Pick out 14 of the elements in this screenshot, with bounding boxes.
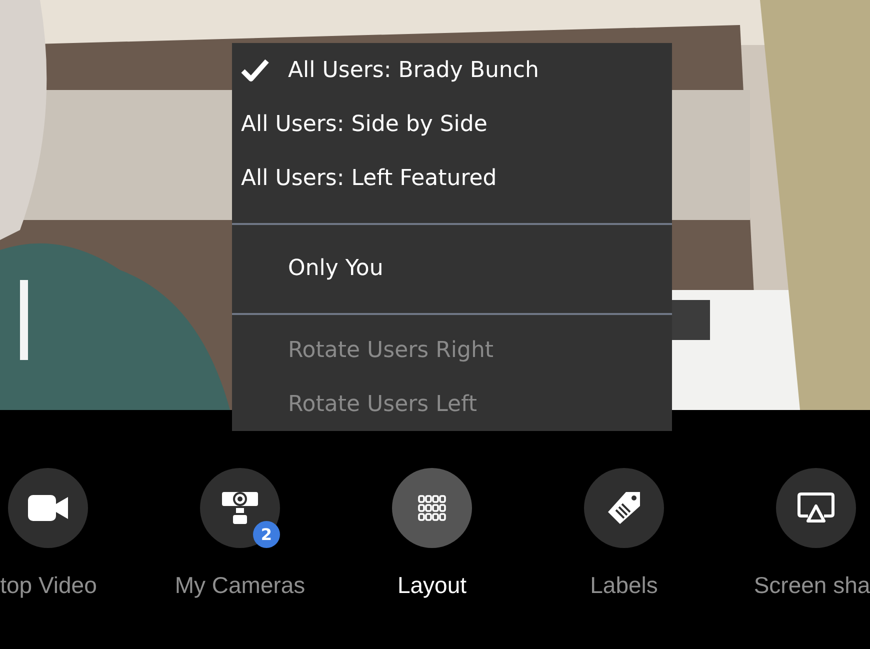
count-badge: 2	[253, 521, 280, 548]
checkmark-icon	[241, 58, 269, 82]
toolbar-button[interactable]: Screen sha	[754, 468, 870, 602]
menu-item[interactable]: Only You	[232, 241, 672, 295]
webcam-icon	[222, 490, 258, 526]
screen-share-icon	[797, 492, 835, 524]
menu-item[interactable]: All Users: Left Featured	[232, 151, 672, 205]
toolbar-button[interactable]: top Video	[0, 468, 97, 602]
video-camera-icon	[28, 495, 68, 521]
grid-icon	[418, 495, 446, 521]
tag-icon	[606, 490, 642, 526]
menu-item[interactable]: All Users: Side by Side	[232, 97, 672, 151]
menu-item[interactable]: All Users: Brady Bunch	[232, 43, 672, 97]
toolbar-button[interactable]: 2 My Cameras	[175, 468, 305, 602]
